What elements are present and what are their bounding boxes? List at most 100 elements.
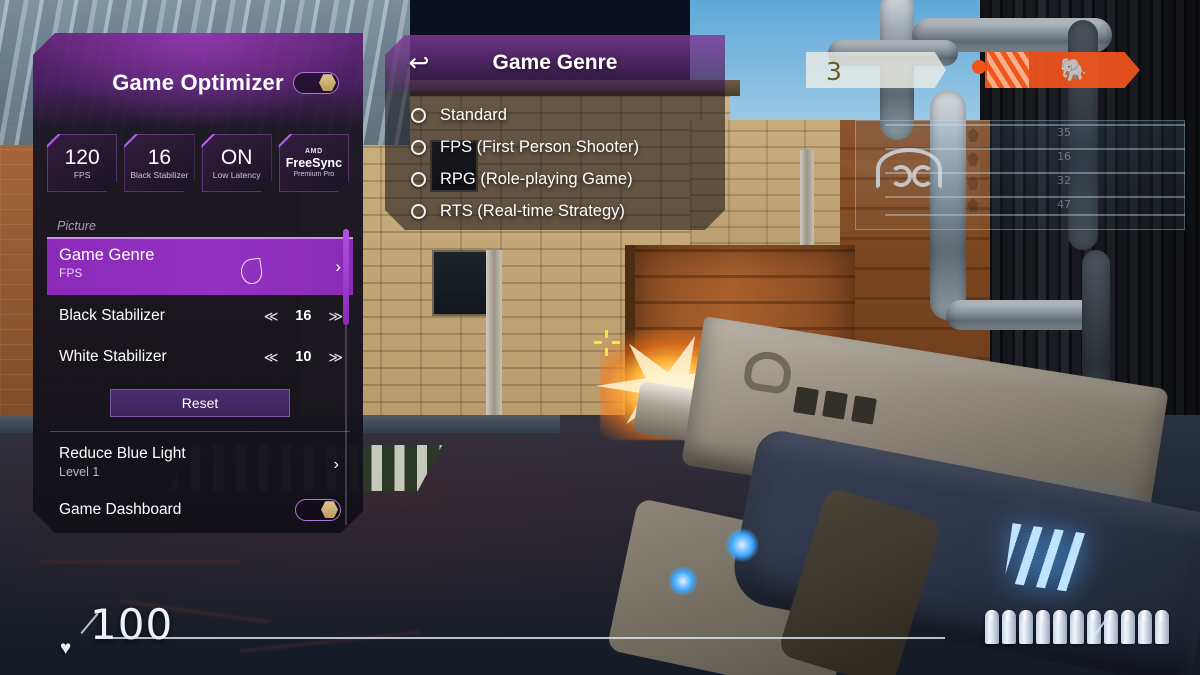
bullet-icon (1070, 610, 1084, 644)
emblem-icon-part (912, 165, 934, 187)
stat-card-low-latency: ON Low Latency (202, 134, 272, 192)
game-dashboard-toggle[interactable] (295, 499, 341, 526)
game-genre-panel: ↩ Game Genre Standard FPS (First Person … (385, 35, 725, 230)
radio-icon[interactable] (411, 108, 426, 123)
weapon-vent (793, 386, 819, 416)
heart-icon: ♥ (60, 638, 72, 659)
menu-item-title: Black Stabilizer (59, 306, 165, 324)
stat-value: 120 (64, 145, 100, 169)
bullet-icon (1053, 610, 1067, 644)
stat-label: FPS (73, 169, 91, 180)
score-value: 3 (826, 57, 842, 86)
amd-logo-text: AMD (305, 147, 323, 155)
stat-card-black-stabilizer: 16 Black Stabilizer (124, 134, 194, 192)
bullet-icon (1104, 610, 1118, 644)
weapon-led (725, 528, 759, 562)
radio-icon[interactable] (411, 140, 426, 155)
bullet-icon (1019, 610, 1033, 644)
genre-option-label: RTS (Real-time Strategy) (440, 201, 625, 220)
game-genre-title: Game Genre (492, 51, 618, 74)
menu-item-white-stabilizer[interactable]: White Stabilizer ≪ 10 ≫ (47, 336, 353, 377)
stat-label: Low Latency (212, 169, 261, 180)
reset-row: Reset (47, 389, 353, 417)
toggle-track[interactable] (293, 72, 339, 94)
scrollbar-thumb[interactable] (343, 229, 349, 325)
menu-item-title: White Stabilizer (59, 347, 167, 365)
menu-item-title: Reduce Blue Light (59, 445, 186, 462)
game-optimizer-panel: Game Optimizer 120 FPS 16 Black Stabiliz… (33, 33, 363, 533)
chevron-right-icon: › (333, 456, 339, 473)
section-label-picture: Picture (57, 219, 96, 233)
score-marker (972, 60, 986, 74)
ammo-indicator (985, 610, 1169, 644)
window (432, 250, 492, 316)
stepper-decrease-icon[interactable]: ≪ (264, 309, 279, 323)
genre-option-label: RPG (Role-playing Game) (440, 169, 633, 188)
score-list-value: 35 (1057, 126, 1071, 139)
score-progress-hatch (987, 52, 1029, 88)
genre-option-rpg[interactable]: RPG (Role-playing Game) (411, 163, 711, 195)
weapon-vent (822, 390, 848, 420)
freesync-name: FreeSync (285, 155, 343, 170)
menu-item-subtitle: Level 1 (59, 465, 100, 479)
menu-item-game-dashboard[interactable]: Game Dashboard (47, 486, 353, 533)
genre-option-rts[interactable]: RTS (Real-time Strategy) (411, 195, 711, 227)
bullet-icon (1002, 610, 1016, 644)
stat-card-freesync: AMD FreeSync Premium Pro (279, 134, 349, 192)
pillar (486, 250, 502, 420)
emblem-icon-part (890, 165, 912, 187)
stepper-increase-icon[interactable]: ≫ (328, 350, 343, 364)
score-list-value: 32 (1057, 174, 1071, 187)
hud-divider-line (100, 637, 945, 639)
genre-option-fps[interactable]: FPS (First Person Shooter) (411, 131, 711, 163)
stepper-black-stabilizer[interactable]: ≪ 16 ≫ (264, 308, 343, 324)
stat-value: ON (220, 145, 253, 169)
stat-label: Black Stabilizer (130, 169, 189, 180)
bullet-icon (1036, 610, 1050, 644)
crosshair (594, 330, 620, 356)
chevron-right-icon: › (335, 257, 341, 276)
panel-divider (50, 431, 350, 432)
bullet-icon (1121, 610, 1135, 644)
weapon-vent (851, 395, 877, 425)
pipe (946, 300, 1096, 330)
menu-item-title: Game Genre (59, 246, 155, 264)
stepper-value: 10 (295, 348, 312, 365)
score-list-value: 47 (1057, 198, 1071, 211)
game-genre-options: Standard FPS (First Person Shooter) RPG … (411, 99, 711, 227)
genre-option-label: FPS (First Person Shooter) (440, 137, 639, 156)
toggle-track[interactable] (295, 499, 341, 521)
menu-item-subtitle: FPS (59, 266, 83, 280)
bullet-icon (985, 610, 999, 644)
bullet-icon (1138, 610, 1152, 644)
cursor-icon (239, 258, 263, 286)
settings-menu-secondary: Reduce Blue Light Level 1 › Game Dashboa… (47, 438, 353, 533)
freesync-tier: Premium Pro (293, 170, 335, 178)
stat-value: 16 (147, 145, 172, 169)
game-optimizer-toggle[interactable] (293, 72, 339, 99)
stepper-decrease-icon[interactable]: ≪ (264, 350, 279, 364)
menu-item-black-stabilizer[interactable]: Black Stabilizer ≪ 16 ≫ (47, 295, 353, 336)
radio-icon[interactable] (411, 172, 426, 187)
screen: 3 🐘 35 16 32 47 100 ♥ Game Optimizer 120… (0, 0, 1200, 675)
menu-item-reduce-blue-light[interactable]: Reduce Blue Light Level 1 › (47, 438, 353, 486)
stat-card-fps: 120 FPS (47, 134, 117, 192)
score-list-value: 16 (1057, 150, 1071, 163)
stat-cards: 120 FPS 16 Black Stabilizer ON Low Laten… (47, 134, 349, 192)
toggle-knob (321, 501, 338, 518)
ground-crack (40, 560, 240, 563)
health-value: 100 (90, 600, 174, 649)
toggle-knob (319, 74, 336, 91)
weapon-led-strip (1004, 523, 1086, 593)
stepper-value: 16 (295, 307, 312, 324)
radio-icon[interactable] (411, 204, 426, 219)
menu-item-game-genre[interactable]: Game Genre FPS › (47, 237, 353, 295)
genre-option-standard[interactable]: Standard (411, 99, 711, 131)
stepper-increase-icon[interactable]: ≫ (328, 309, 343, 323)
genre-option-label: Standard (440, 105, 507, 124)
weapon-led (668, 566, 698, 596)
stepper-white-stabilizer[interactable]: ≪ 10 ≫ (264, 349, 343, 365)
reset-button[interactable]: Reset (110, 389, 290, 417)
elephant-icon: 🐘 (1060, 57, 1088, 82)
bullet-icon (1155, 610, 1169, 644)
